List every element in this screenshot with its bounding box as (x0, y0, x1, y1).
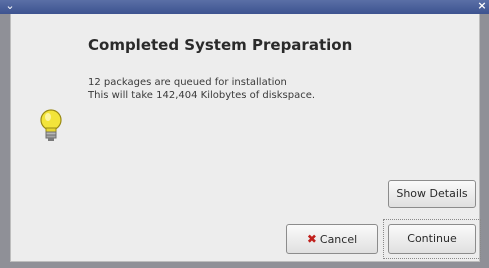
window-menu-icon[interactable]: ⌄ (2, 0, 18, 12)
dialog-heading: Completed System Preparation (88, 36, 353, 54)
disk-space-text: This will take 142,404 Kilobytes of disk… (88, 90, 316, 101)
cancel-button-label: Cancel (319, 233, 358, 246)
cancel-icon: ✖ (306, 232, 317, 246)
window-right-border (480, 14, 489, 268)
show-details-button[interactable]: Show Details (388, 180, 476, 208)
window-close-icon[interactable]: × (477, 0, 487, 12)
continue-button[interactable]: Continue (388, 224, 476, 254)
cancel-button[interactable]: ✖ Cancel (286, 224, 378, 254)
lightbulb-icon (40, 109, 62, 141)
installer-window: ⌄ × Completed System Preparation 12 pack… (0, 0, 489, 268)
title-bar[interactable]: ⌄ × (0, 0, 489, 15)
window-left-border (0, 14, 10, 268)
window-bottom-border (0, 262, 489, 268)
package-count-text: 12 packages are queued for installation (88, 77, 287, 88)
dialog-description: 12 packages are queued for installation … (88, 76, 315, 102)
